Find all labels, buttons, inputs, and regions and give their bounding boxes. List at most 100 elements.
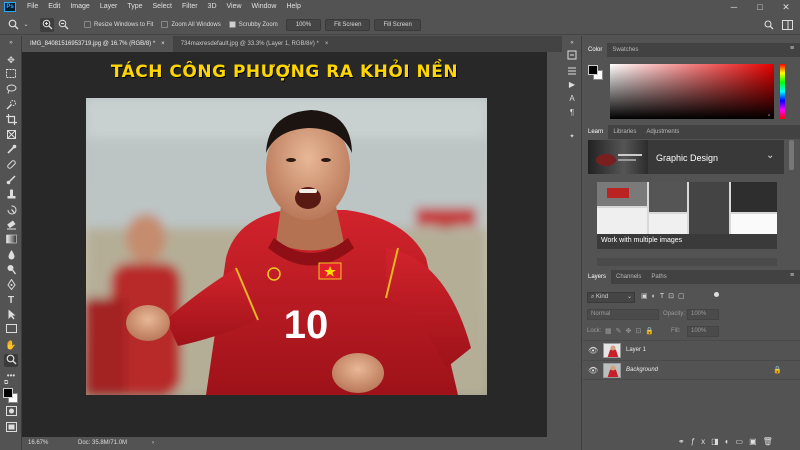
zoom-in-icon[interactable] bbox=[40, 17, 54, 32]
tab-document-2[interactable]: 734maxresdefault.jpg @ 33.3% (Layer 1, R… bbox=[173, 36, 337, 52]
zoom-tool-icon[interactable] bbox=[6, 18, 20, 32]
menu-view[interactable]: View bbox=[222, 0, 247, 14]
layer-filter-icons[interactable]: ▣◐T⊡▢ bbox=[641, 292, 689, 300]
marquee-tool-icon[interactable] bbox=[4, 69, 18, 82]
lock-options-icons[interactable]: ▦✎✥⊡🔒 bbox=[605, 327, 658, 335]
vertical-scrollbar[interactable] bbox=[547, 52, 562, 437]
color-field[interactable] bbox=[610, 64, 774, 119]
blend-mode-select[interactable]: Normal bbox=[587, 309, 659, 320]
scrubby-zoom-checkbox[interactable]: Scrubby Zoom bbox=[228, 21, 278, 28]
path-selection-tool-icon[interactable] bbox=[4, 309, 18, 322]
tab-learn[interactable]: Learn bbox=[583, 125, 609, 139]
properties-icon[interactable] bbox=[567, 66, 577, 76]
chevron-down-icon[interactable]: ⌄ bbox=[766, 150, 774, 161]
hue-slider[interactable] bbox=[780, 64, 785, 119]
eye-icon[interactable]: 👁 bbox=[588, 346, 598, 355]
layer-filter-kind[interactable]: ⌕ Kind ⌄ bbox=[587, 292, 635, 303]
workspace-icon[interactable] bbox=[780, 18, 794, 32]
tab-paths[interactable]: Paths bbox=[646, 270, 671, 284]
tab-color[interactable]: Color bbox=[583, 43, 608, 57]
menu-layer[interactable]: Layer bbox=[95, 0, 123, 14]
eye-icon[interactable]: 👁 bbox=[588, 366, 598, 375]
actions-icon[interactable]: ▶ bbox=[567, 80, 577, 90]
quick-selection-tool-icon[interactable] bbox=[4, 99, 18, 112]
menu-3d[interactable]: 3D bbox=[203, 0, 222, 14]
close-window-button[interactable]: ✕ bbox=[776, 0, 796, 14]
glyphs-icon[interactable]: ✦ bbox=[567, 132, 577, 142]
next-tutorial-card[interactable] bbox=[597, 258, 777, 266]
fill-input[interactable]: 100% bbox=[687, 326, 719, 337]
zoom-tool-icon[interactable] bbox=[4, 354, 18, 367]
dodge-tool-icon[interactable] bbox=[4, 264, 18, 277]
type-tool-icon[interactable]: T bbox=[4, 294, 18, 307]
document-image[interactable]: 10 bbox=[86, 98, 487, 395]
lasso-tool-icon[interactable] bbox=[4, 84, 18, 97]
eyedropper-tool-icon[interactable] bbox=[4, 144, 18, 157]
crop-tool-icon[interactable] bbox=[4, 114, 18, 127]
paragraph-icon[interactable]: ¶ bbox=[567, 108, 577, 118]
healing-brush-tool-icon[interactable] bbox=[4, 159, 18, 172]
expand-panels-icon[interactable]: « bbox=[567, 38, 577, 48]
panel-menu-icon[interactable]: ≡ bbox=[790, 45, 794, 52]
menu-select[interactable]: Select bbox=[148, 0, 177, 14]
foreground-color-swatch[interactable] bbox=[3, 388, 13, 398]
fill-screen-button[interactable]: Fill Screen bbox=[374, 18, 421, 31]
blur-tool-icon[interactable] bbox=[4, 249, 18, 262]
layer-name[interactable]: Layer 1 bbox=[626, 347, 646, 353]
filter-toggle-icon[interactable] bbox=[714, 292, 719, 297]
menu-help[interactable]: Help bbox=[281, 0, 305, 14]
layers-footer-icons[interactable]: ⚭ƒx◨◐▭▣🗑 bbox=[678, 437, 779, 446]
tab-layers[interactable]: Layers bbox=[583, 270, 612, 284]
zoom-out-icon[interactable] bbox=[56, 18, 70, 32]
tab-libraries[interactable]: Libraries bbox=[608, 125, 641, 139]
menu-image[interactable]: Image bbox=[65, 0, 94, 14]
frame-tool-icon[interactable] bbox=[4, 129, 18, 142]
rectangle-tool-icon[interactable] bbox=[4, 324, 18, 337]
history-icon[interactable] bbox=[567, 50, 577, 60]
gradient-tool-icon[interactable] bbox=[4, 234, 18, 247]
layer-name[interactable]: Background bbox=[626, 367, 658, 373]
pen-tool-icon[interactable] bbox=[4, 278, 18, 292]
move-tool-icon[interactable]: ✥ bbox=[4, 54, 18, 67]
layer-row[interactable]: 👁 Layer 1 bbox=[583, 340, 800, 360]
tab-document-1[interactable]: IMG_84081516953719.jpg @ 16.7% (RGB/8) *… bbox=[22, 36, 173, 52]
menu-file[interactable]: File bbox=[22, 0, 43, 14]
opacity-input[interactable]: 100% bbox=[687, 309, 719, 320]
menu-window[interactable]: Window bbox=[247, 0, 282, 14]
learn-section-header[interactable]: Graphic Design ⌄ bbox=[648, 140, 784, 174]
menu-filter[interactable]: Filter bbox=[177, 0, 203, 14]
tutorial-card[interactable]: Work with multiple images bbox=[597, 182, 777, 249]
tab-adjustments[interactable]: Adjustments bbox=[641, 125, 684, 139]
layer-row[interactable]: 👁 Background 🔒 bbox=[583, 360, 800, 380]
learn-scrollbar[interactable] bbox=[789, 140, 794, 170]
search-icon[interactable] bbox=[762, 18, 776, 32]
character-icon[interactable]: A bbox=[567, 94, 577, 104]
brush-tool-icon[interactable] bbox=[4, 174, 18, 187]
tab-channels[interactable]: Channels bbox=[611, 270, 646, 284]
status-menu-arrow[interactable]: › bbox=[152, 437, 154, 450]
close-icon[interactable]: × bbox=[325, 36, 329, 52]
history-brush-tool-icon[interactable] bbox=[4, 204, 18, 217]
close-icon[interactable]: × bbox=[161, 36, 165, 52]
minimize-button[interactable]: ─ bbox=[724, 0, 744, 14]
zoom-100-button[interactable]: 100% bbox=[285, 18, 322, 31]
quick-mask-icon[interactable] bbox=[4, 406, 18, 419]
canvas-area[interactable]: TÁCH CÔNG PHƯỢNG RA KHỎI NỀN 10 bbox=[22, 52, 547, 437]
zoom-level[interactable]: 16.67% bbox=[28, 437, 48, 450]
menu-edit[interactable]: Edit bbox=[43, 0, 65, 14]
color-foreground-swatch[interactable] bbox=[588, 65, 598, 75]
layers-menu-icon[interactable]: ≡ bbox=[790, 272, 794, 279]
chevron-down-icon[interactable]: ⌄ bbox=[22, 18, 30, 32]
maximize-button[interactable]: □ bbox=[750, 0, 770, 14]
clone-stamp-tool-icon[interactable] bbox=[4, 189, 18, 202]
resize-windows-checkbox[interactable]: Resize Windows to Fit bbox=[84, 21, 153, 28]
tab-swatches[interactable]: Swatches bbox=[607, 43, 643, 57]
menu-type[interactable]: Type bbox=[122, 0, 147, 14]
hand-tool-icon[interactable]: ✋ bbox=[4, 339, 18, 352]
zoom-all-windows-checkbox[interactable]: Zoom All Windows bbox=[161, 21, 221, 28]
screen-mode-icon[interactable] bbox=[4, 422, 18, 435]
default-colors-icon[interactable]: ⧉ bbox=[4, 379, 18, 387]
collapse-toolbar-icon[interactable]: » bbox=[4, 40, 18, 46]
eraser-tool-icon[interactable] bbox=[4, 219, 18, 232]
fit-screen-button[interactable]: Fit Screen bbox=[325, 18, 371, 31]
